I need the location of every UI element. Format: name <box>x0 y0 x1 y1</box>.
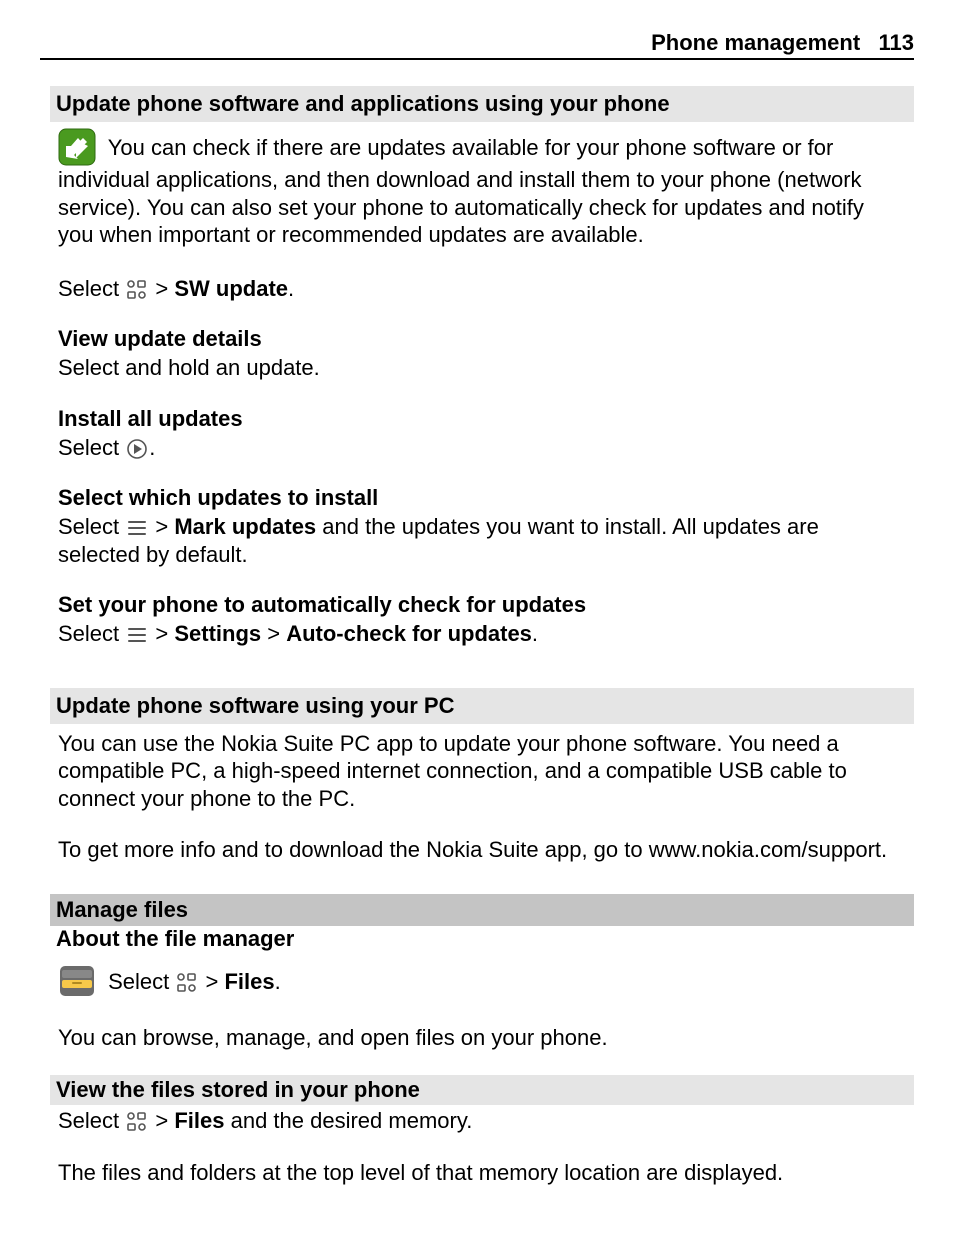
paragraph: You can use the Nokia Suite PC app to up… <box>40 730 914 813</box>
text: Select <box>58 514 125 539</box>
menu-item-files: Files <box>224 969 274 994</box>
text: You can check if there are updates avail… <box>58 135 864 247</box>
apps-grid-icon <box>176 972 198 994</box>
subheading-select-which-updates: Select which updates to install <box>40 485 914 511</box>
menu-item-auto-check: Auto-check for updates <box>286 621 532 646</box>
paragraph: You can browse, manage, and open files o… <box>40 1024 914 1052</box>
text: Select <box>58 1108 125 1133</box>
subheading-install-all-updates: Install all updates <box>40 406 914 432</box>
instruction-line: Select > Mark updates and the updates yo… <box>40 513 914 568</box>
menu-item-settings: Settings <box>174 621 261 646</box>
header-page-number: 113 <box>879 30 915 55</box>
document-page: Phone management 113 Update phone softwa… <box>0 0 954 1226</box>
subheading-view-files-stored: View the files stored in your phone <box>50 1075 914 1105</box>
text: . <box>288 276 294 301</box>
section-heading-manage-files: Manage files <box>50 894 914 926</box>
paragraph: You can check if there are updates avail… <box>40 128 914 249</box>
text: > <box>149 514 174 539</box>
text: and the desired memory. <box>224 1108 472 1133</box>
instruction-line: Select > SW update. <box>40 275 914 303</box>
text: > <box>261 621 286 646</box>
text: > <box>149 621 174 646</box>
subheading-about-file-manager: About the file manager <box>56 926 914 952</box>
apps-grid-icon <box>126 279 148 301</box>
play-circle-icon <box>126 438 148 460</box>
arrow-update-icon <box>58 128 96 166</box>
text: > <box>149 1108 174 1133</box>
text: . <box>149 435 155 460</box>
text: . <box>275 969 281 994</box>
paragraph: To get more info and to download the Nok… <box>40 836 914 864</box>
instruction-line: Select > Files and the desired memory. <box>40 1107 914 1135</box>
menu-item-mark-updates: Mark updates <box>174 514 316 539</box>
options-menu-icon <box>126 517 148 539</box>
text: Select <box>58 621 125 646</box>
subheading-view-update-details: View update details <box>40 326 914 352</box>
menu-item-files: Files <box>174 1108 224 1133</box>
text: > <box>199 969 224 994</box>
drawer-files-icon <box>58 962 96 1000</box>
subheading-auto-check: Set your phone to automatically check fo… <box>40 592 914 618</box>
text: Select <box>102 969 175 994</box>
menu-item-sw-update: SW update <box>174 276 288 301</box>
section-heading-update-using-pc: Update phone software using your PC <box>50 688 914 724</box>
instruction-line: Select . <box>40 434 914 462</box>
apps-grid-icon <box>126 1111 148 1133</box>
instruction-line: Select > Settings > Auto-check for updat… <box>40 620 914 648</box>
text: . <box>532 621 538 646</box>
page-header: Phone management 113 <box>40 30 914 60</box>
text: > <box>149 276 174 301</box>
text: Select <box>58 435 125 460</box>
text: Select <box>58 276 125 301</box>
paragraph: Select and hold an update. <box>40 354 914 382</box>
options-menu-icon <box>126 624 148 646</box>
header-title: Phone management <box>651 30 860 55</box>
instruction-line: Select > Files. <box>40 962 914 1000</box>
paragraph: The files and folders at the top level o… <box>40 1159 914 1187</box>
section-heading-update-using-phone: Update phone software and applications u… <box>50 86 914 122</box>
